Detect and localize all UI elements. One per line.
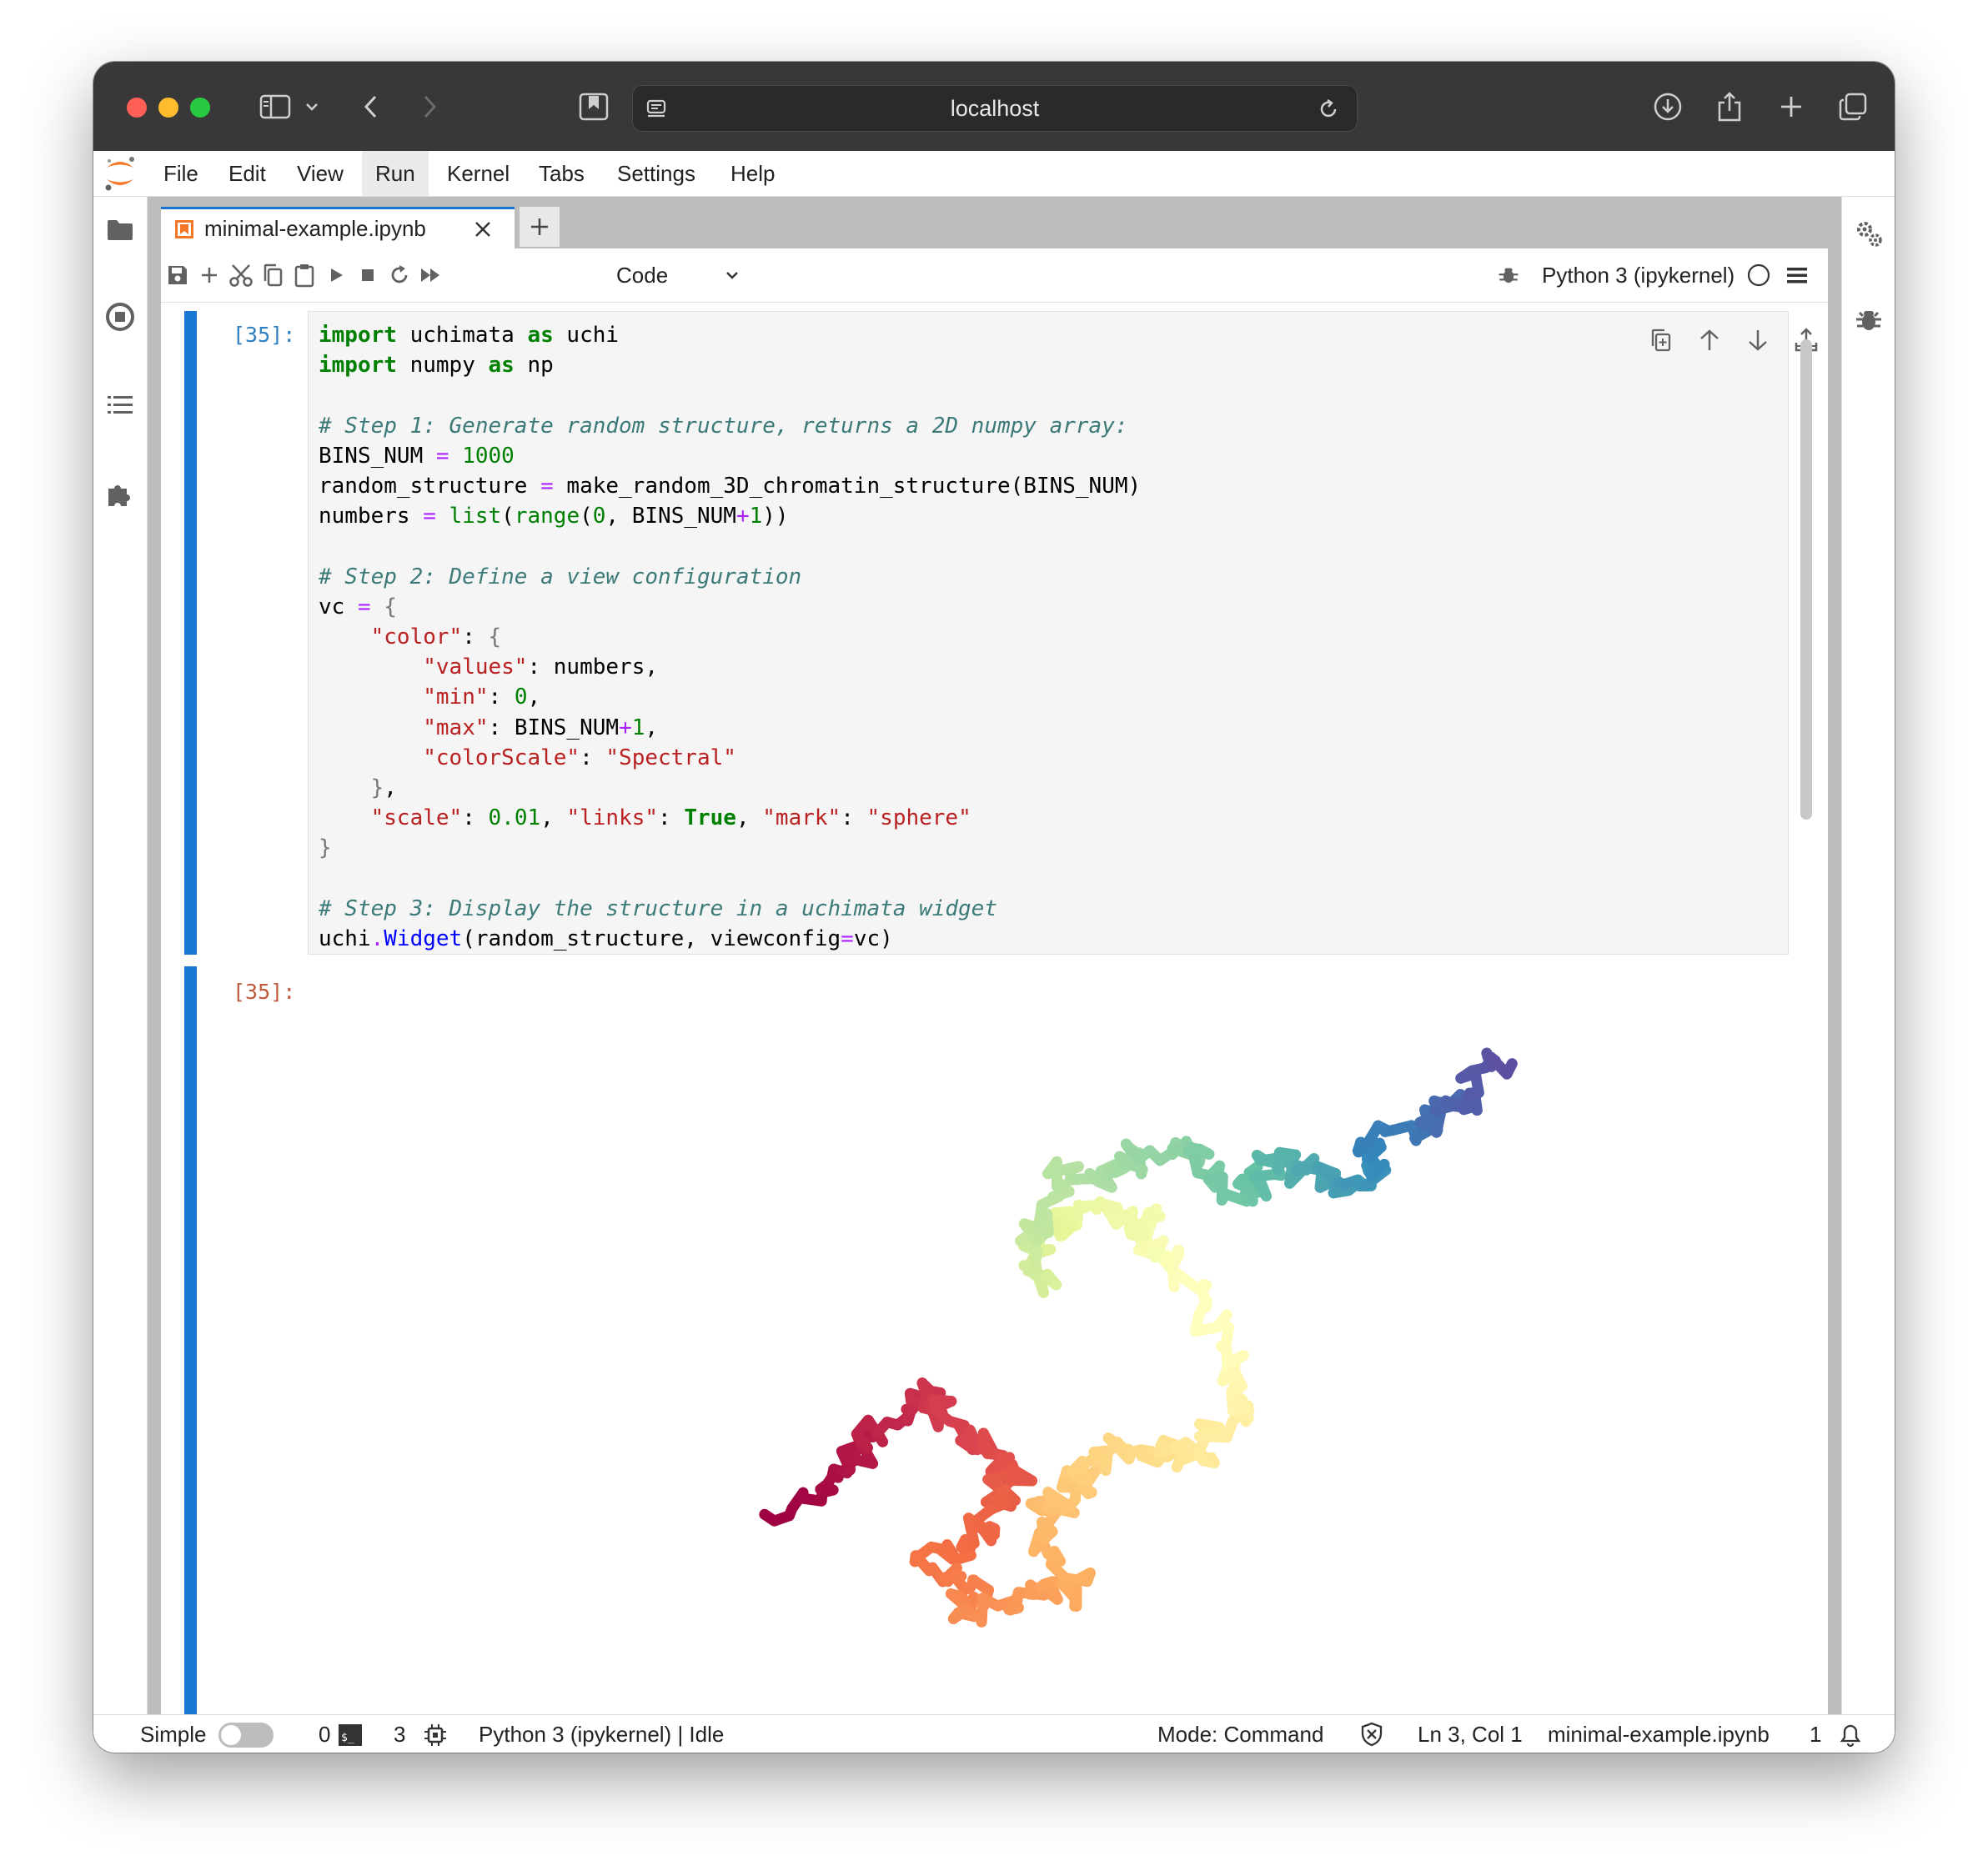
menu-file[interactable]: File [163,151,198,196]
status-bar: Simple 0 $_ 3 Python 3 (ipykernel) | Idl… [93,1714,1895,1753]
notebook-toolbar: Code Python 3 (ipykernel) [161,248,1828,303]
share-icon[interactable] [1713,88,1746,125]
menu-tabs[interactable]: Tabs [539,151,585,196]
cursor-position[interactable]: Ln 3, Col 1 [1418,1715,1523,1753]
cpu-chip-icon[interactable] [424,1723,447,1747]
tab-bar: minimal-example.ipynb [148,197,1841,248]
toggle-knob [221,1725,241,1745]
browser-toolbar: localhost [93,62,1895,151]
svg-text:$_: $_ [341,1732,354,1744]
output-prompt: [35]: [233,980,296,1004]
plus-icon [531,218,548,235]
close-tab-icon[interactable] [473,219,493,239]
kernel-name-button[interactable]: Python 3 (ipykernel) [1542,248,1734,302]
input-prompt: [35]: [233,323,296,347]
cell-type-select[interactable]: Code [616,248,750,302]
simple-mode-label: Simple [140,1722,207,1747]
right-sidebar [1841,197,1895,1714]
tab-label: minimal-example.ipynb [204,216,426,241]
stop-icon[interactable] [351,258,384,292]
browser-window: localhost File Edit View Run Kernel Tabs… [93,62,1895,1753]
reload-icon[interactable] [1315,91,1342,128]
menu-kernel[interactable]: Kernel [447,151,510,196]
debugger-icon[interactable] [1492,258,1525,292]
notification-count[interactable]: 1 [1810,1715,1821,1753]
jupyter-logo-icon [102,154,138,193]
table-of-contents-icon[interactable] [103,389,137,422]
run-icon[interactable] [319,258,353,292]
tab-notebook[interactable]: minimal-example.ipynb [161,207,515,248]
folder-icon[interactable] [103,213,137,247]
notebook-icon [174,219,194,239]
terminal-count[interactable]: 3 [394,1715,405,1753]
trusted-shield-icon[interactable] [1359,1722,1384,1747]
menu-view[interactable]: View [297,151,344,196]
status-filename: minimal-example.ipynb [1548,1722,1770,1747]
address-bar[interactable]: localhost [632,85,1358,132]
tabs-overview-icon[interactable] [1836,88,1870,125]
move-up-icon[interactable] [1694,325,1724,355]
new-tab-icon[interactable] [1776,88,1806,125]
menu-help[interactable]: Help [730,151,775,196]
kernel-count[interactable]: 0 [319,1715,330,1753]
kernel-status-text[interactable]: Python 3 (ipykernel) | Idle [479,1715,724,1753]
polymer-segment [1501,1058,1518,1080]
terminal-icon[interactable]: $_ [339,1724,362,1746]
cut-icon[interactable] [224,258,258,292]
chromatin-structure-3d-view[interactable] [661,1003,1662,1712]
insert-cell-icon[interactable] [193,258,226,292]
left-sidebar [93,197,148,1714]
zoom-window-button[interactable] [190,98,210,118]
chevron-down-icon [726,272,738,279]
menu-edit[interactable]: Edit [228,151,266,196]
url-text: localhost [950,96,1040,121]
main-dock-panel: minimal-example.ipynb Code Python 3 (ipy… [148,197,1841,1714]
paste-icon[interactable] [288,258,321,292]
duplicate-cell-icon[interactable] [1646,325,1676,355]
code-text: import uchimata as uchi import numpy as … [319,323,1142,952]
command-mode-text: Mode: Command [1157,1722,1324,1747]
chevron-down-icon[interactable] [302,88,322,125]
menu-run[interactable]: Run [362,151,429,196]
download-icon[interactable] [1649,88,1686,125]
bell-icon[interactable] [1836,1720,1865,1748]
minimize-window-button[interactable] [158,98,178,118]
new-launcher-button[interactable] [520,207,560,247]
copy-icon[interactable] [256,258,289,292]
simple-mode-toggle[interactable] [218,1723,274,1748]
move-down-icon[interactable] [1743,325,1773,355]
back-icon[interactable] [359,88,384,125]
menu-settings[interactable]: Settings [617,151,695,196]
menu-icon[interactable] [1780,258,1814,292]
save-icon[interactable] [161,258,194,292]
running-kernels-icon[interactable] [103,300,137,334]
sidebar-icon[interactable] [257,88,294,125]
uchimata-widget[interactable] [661,1003,1662,1712]
cell-type-value: Code [616,263,669,288]
kernel-status-icon [1742,258,1775,292]
restart-run-all-icon[interactable] [414,258,448,292]
bookmarks-icon[interactable] [577,88,610,125]
notebook-panel: [35]: import uchimata as uchi import num… [161,303,1828,1714]
property-inspector-icon[interactable] [1852,217,1885,250]
restart-icon[interactable] [383,258,416,292]
notebook-scrollbar[interactable] [1800,339,1812,820]
output-cell-collapser[interactable] [184,966,197,1714]
code-editor[interactable]: import uchimata as uchi import numpy as … [308,311,1818,955]
forward-icon[interactable] [417,88,442,125]
menu-bar: File Edit View Run Kernel Tabs Settings … [93,151,1895,197]
debugger-icon[interactable] [1852,303,1885,337]
close-window-button[interactable] [127,98,147,118]
input-cell-collapser[interactable] [184,311,197,955]
extension-manager-icon[interactable] [103,477,137,510]
